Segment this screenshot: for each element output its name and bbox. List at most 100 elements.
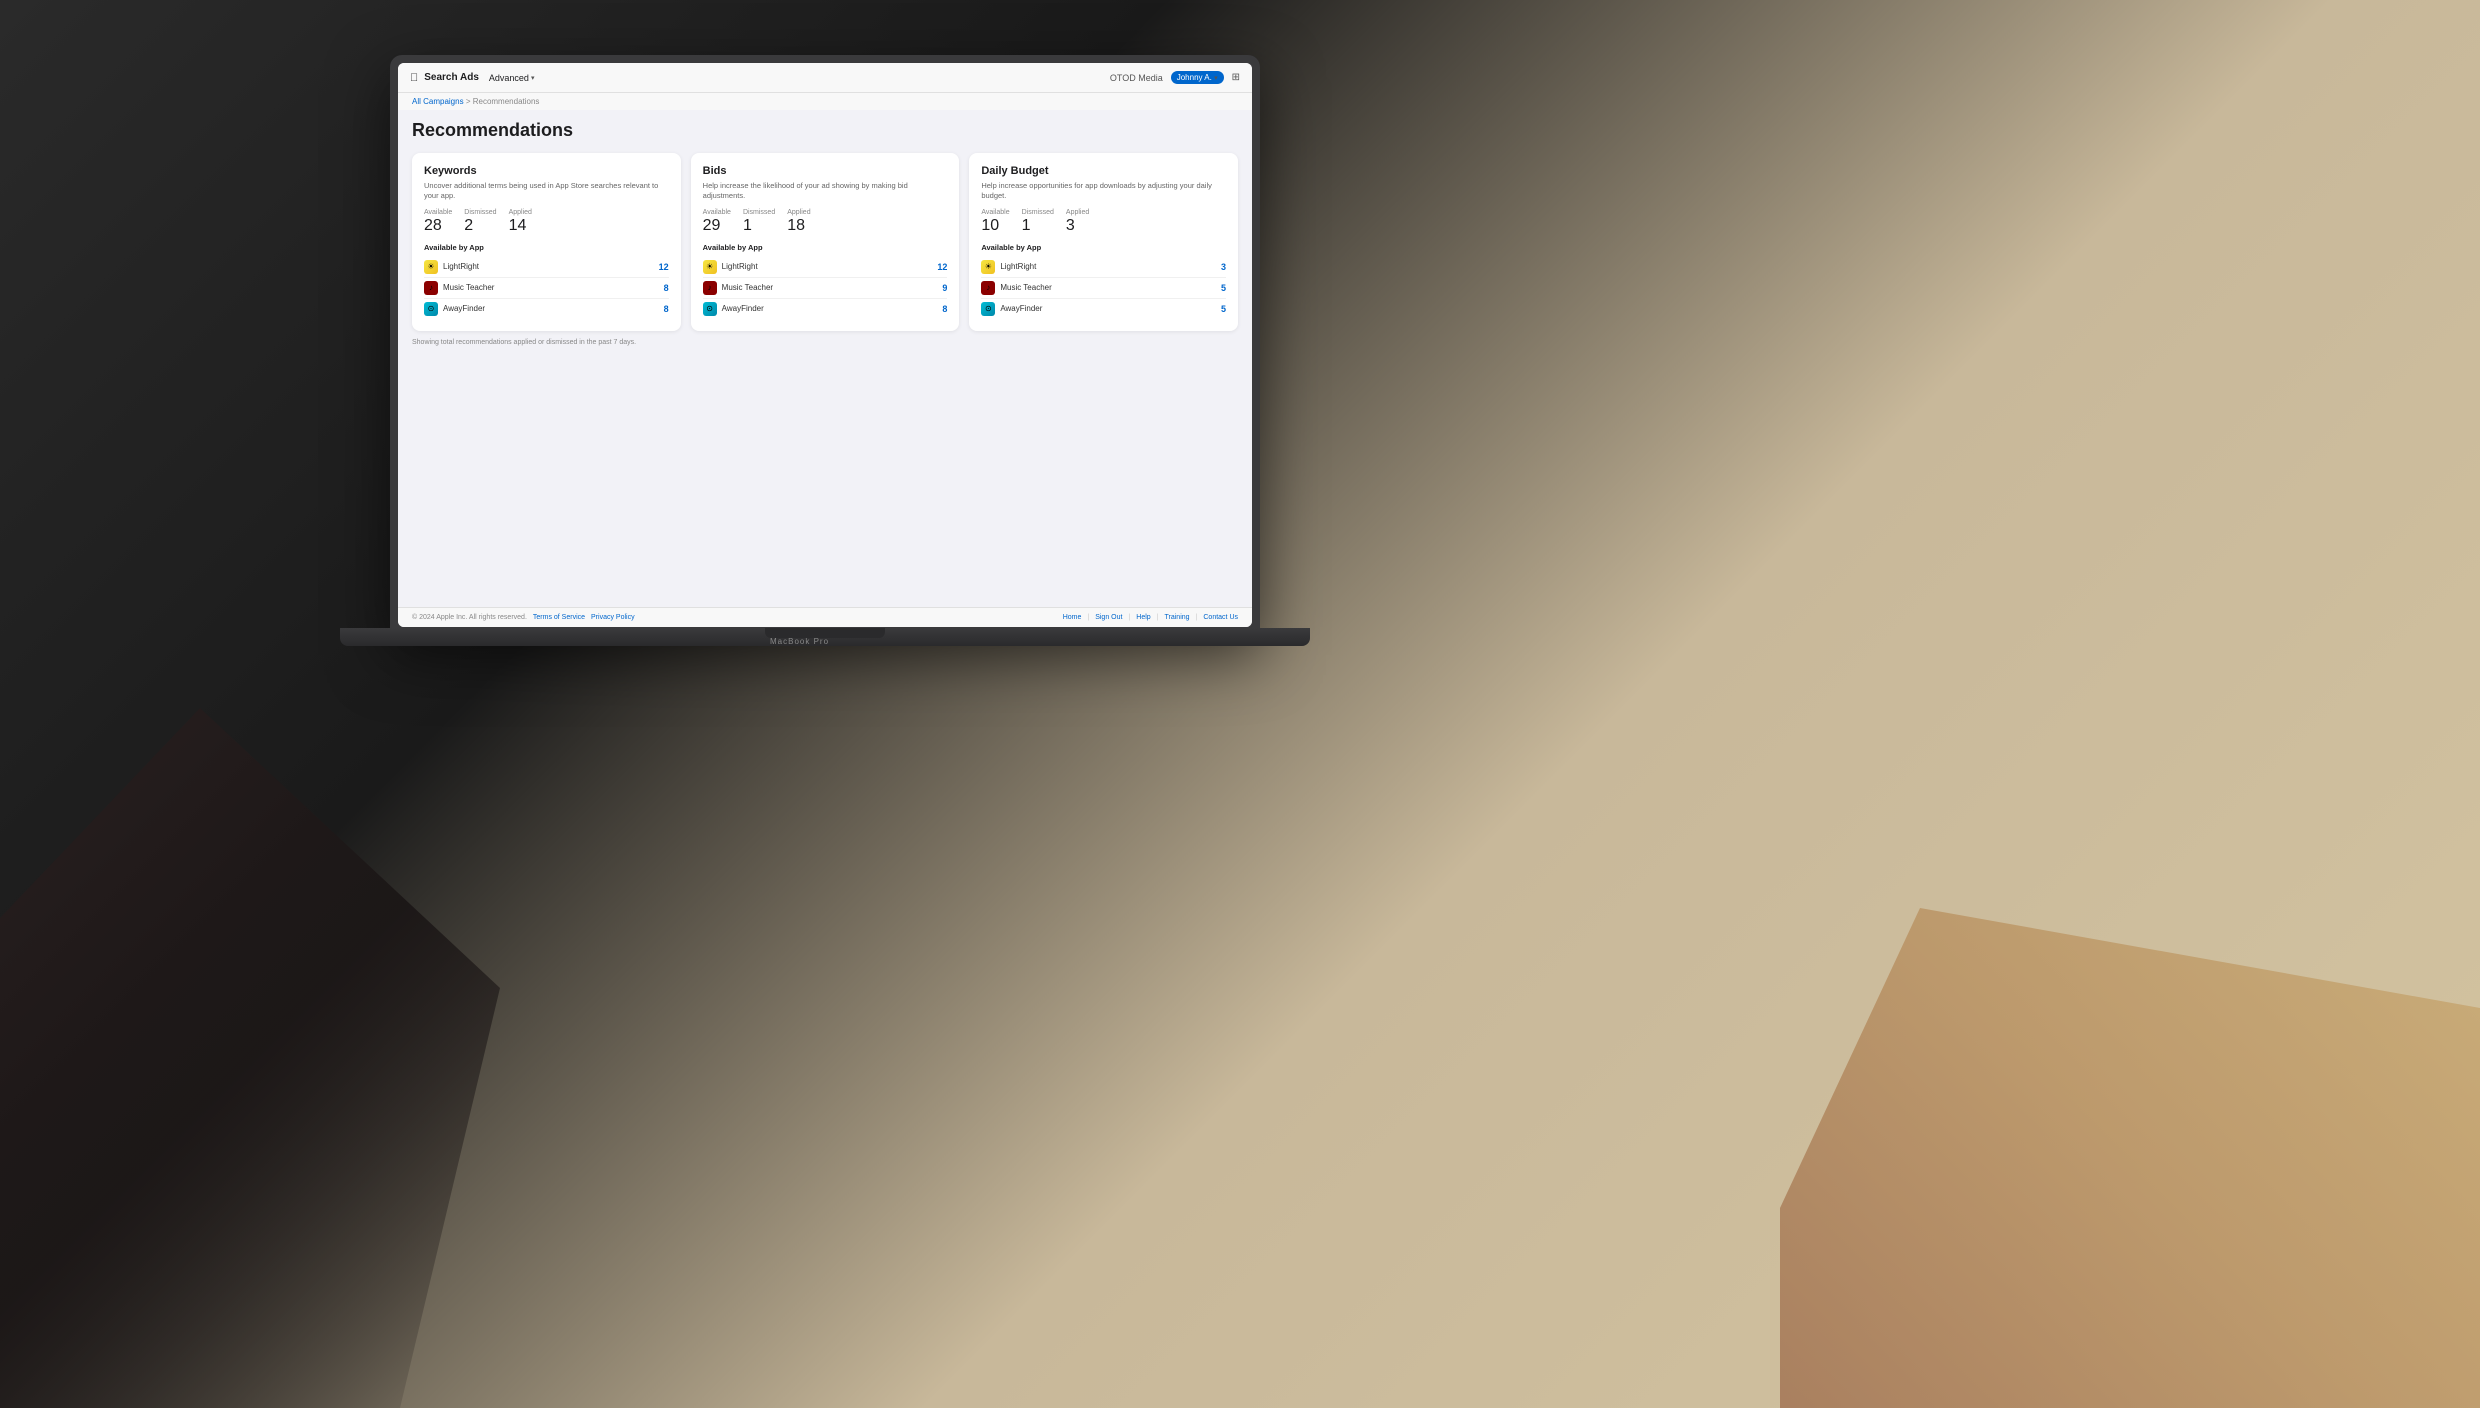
bids-dismissed-stat: Dismissed 1: [743, 209, 775, 235]
nav-bar:  Search Ads Advanced ▾ OTOD Media Johnn…: [398, 63, 1252, 93]
daily-budget-lightright-icon: ☀: [981, 260, 995, 274]
keywords-available-by-app-label: Available by App: [424, 243, 669, 252]
breadcrumb-all-campaigns[interactable]: All Campaigns: [412, 97, 464, 106]
bids-awayfinder-icon: ⊙: [703, 302, 717, 316]
keywords-musicteacher-info: ♪ Music Teacher: [424, 281, 494, 295]
keywords-lightright-info: ☀ LightRight: [424, 260, 479, 274]
keywords-lightright-name: LightRight: [443, 262, 479, 271]
advanced-menu-button[interactable]: Advanced ▾: [485, 71, 539, 85]
bids-awayfinder-row: ⊙ AwayFinder 8: [703, 299, 948, 319]
org-name: OTOD Media: [1110, 73, 1163, 83]
daily-budget-dismissed-value: 1: [1022, 217, 1054, 235]
footer-right: Home | Sign Out | Help | Training | Cont…: [1063, 614, 1238, 621]
bids-lightright-count: 12: [937, 262, 947, 272]
terms-of-service-link[interactable]: Terms of Service: [533, 614, 585, 621]
keywords-available-value: 28: [424, 217, 452, 235]
bids-available-value: 29: [703, 217, 731, 235]
daily-budget-awayfinder-count: 5: [1221, 304, 1226, 314]
keywords-card-title: Keywords: [424, 165, 669, 177]
keywords-applied-label: Applied: [509, 209, 532, 216]
help-link[interactable]: Help: [1136, 614, 1150, 621]
bids-musicteacher-name: Music Teacher: [722, 283, 773, 292]
bids-stats-row: Available 29 Dismissed 1 Applied 18: [703, 209, 948, 235]
daily-budget-applied-stat: Applied 3: [1066, 209, 1089, 235]
keywords-awayfinder-info: ⊙ AwayFinder: [424, 302, 485, 316]
bids-applied-label: Applied: [787, 209, 810, 216]
sign-out-link[interactable]: Sign Out: [1095, 614, 1122, 621]
bids-card-title: Bids: [703, 165, 948, 177]
daily-budget-lightright-info: ☀ LightRight: [981, 260, 1036, 274]
bids-available-label: Available: [703, 209, 731, 216]
daily-budget-musicteacher-name: Music Teacher: [1000, 283, 1051, 292]
keywords-awayfinder-name: AwayFinder: [443, 304, 485, 313]
daily-budget-musicteacher-icon: ♪: [981, 281, 995, 295]
daily-budget-dismissed-stat: Dismissed 1: [1022, 209, 1054, 235]
laptop-shell:  Search Ads Advanced ▾ OTOD Media Johnn…: [390, 55, 1260, 635]
breadcrumb-separator: >: [466, 97, 471, 106]
nav-right: OTOD Media Johnny A. ▾ ⊞: [1110, 71, 1240, 84]
user-name: Johnny A.: [1177, 73, 1212, 82]
bids-musicteacher-info: ♪ Music Teacher: [703, 281, 773, 295]
advanced-label: Advanced: [489, 73, 529, 83]
bids-lightright-info: ☀ LightRight: [703, 260, 758, 274]
bids-applied-stat: Applied 18: [787, 209, 810, 235]
keywords-stats-row: Available 28 Dismissed 2 Applied 14: [424, 209, 669, 235]
daily-budget-dismissed-label: Dismissed: [1022, 209, 1054, 216]
keywords-awayfinder-count: 8: [664, 304, 669, 314]
keywords-musicteacher-name: Music Teacher: [443, 283, 494, 292]
keywords-card: Keywords Uncover additional terms being …: [412, 153, 681, 331]
bids-applied-value: 18: [787, 217, 810, 235]
training-link[interactable]: Training: [1165, 614, 1190, 621]
daily-budget-lightright-row: ☀ LightRight 3: [981, 257, 1226, 278]
contact-us-link[interactable]: Contact Us: [1203, 614, 1238, 621]
bids-dismissed-label: Dismissed: [743, 209, 775, 216]
chevron-down-icon: ▾: [531, 74, 535, 82]
daily-budget-card: Daily Budget Help increase opportunities…: [969, 153, 1238, 331]
breadcrumb: All Campaigns > Recommendations: [398, 93, 1252, 110]
bids-lightright-row: ☀ LightRight 12: [703, 257, 948, 278]
user-menu-button[interactable]: Johnny A. ▾: [1171, 71, 1224, 84]
keywords-musicteacher-count: 8: [664, 283, 669, 293]
daily-budget-lightright-count: 3: [1221, 262, 1226, 272]
footer-divider-3: |: [1157, 614, 1159, 621]
laptop-screen:  Search Ads Advanced ▾ OTOD Media Johnn…: [398, 63, 1252, 627]
keywords-dismissed-stat: Dismissed 2: [464, 209, 496, 235]
daily-budget-card-title: Daily Budget: [981, 165, 1226, 177]
search-ads-brand: Search Ads: [424, 72, 479, 83]
copyright-text: © 2024 Apple Inc. All rights reserved.: [412, 614, 527, 621]
footer-divider-2: |: [1128, 614, 1130, 621]
bids-awayfinder-info: ⊙ AwayFinder: [703, 302, 764, 316]
musicteacher-icon: ♪: [424, 281, 438, 295]
keywords-available-stat: Available 28: [424, 209, 452, 235]
daily-budget-stats-row: Available 10 Dismissed 1 Applied 3: [981, 209, 1226, 235]
daily-budget-musicteacher-info: ♪ Music Teacher: [981, 281, 1051, 295]
bids-card-desc: Help increase the likelihood of your ad …: [703, 181, 948, 201]
daily-budget-applied-value: 3: [1066, 217, 1089, 235]
cards-grid: Keywords Uncover additional terms being …: [412, 153, 1238, 331]
keywords-dismissed-value: 2: [464, 217, 496, 235]
home-link[interactable]: Home: [1063, 614, 1082, 621]
keywords-awayfinder-row: ⊙ AwayFinder 8: [424, 299, 669, 319]
bids-musicteacher-count: 9: [942, 283, 947, 293]
footer-divider-1: |: [1087, 614, 1089, 621]
layout-toggle-icon[interactable]: ⊞: [1232, 72, 1240, 83]
keywords-dismissed-label: Dismissed: [464, 209, 496, 216]
daily-budget-awayfinder-name: AwayFinder: [1000, 304, 1042, 313]
bids-lightright-icon: ☀: [703, 260, 717, 274]
nav-left:  Search Ads Advanced ▾: [410, 71, 538, 85]
daily-budget-available-label: Available: [981, 209, 1009, 216]
daily-budget-musicteacher-row: ♪ Music Teacher 5: [981, 278, 1226, 299]
daily-budget-available-value: 10: [981, 217, 1009, 235]
apple-logo-icon: : [410, 72, 418, 84]
macbook-pro-label: MacBook Pro: [770, 637, 829, 646]
keywords-available-label: Available: [424, 209, 452, 216]
footer-note: Showing total recommendations applied or…: [412, 339, 1238, 346]
privacy-policy-link[interactable]: Privacy Policy: [591, 614, 635, 621]
bids-awayfinder-name: AwayFinder: [722, 304, 764, 313]
keywords-musicteacher-row: ♪ Music Teacher 8: [424, 278, 669, 299]
daily-budget-awayfinder-row: ⊙ AwayFinder 5: [981, 299, 1226, 319]
bids-available-stat: Available 29: [703, 209, 731, 235]
bids-card: Bids Help increase the likelihood of you…: [691, 153, 960, 331]
main-content: Recommendations Keywords Uncover additio…: [398, 110, 1252, 607]
page-footer: © 2024 Apple Inc. All rights reserved. T…: [398, 607, 1252, 627]
